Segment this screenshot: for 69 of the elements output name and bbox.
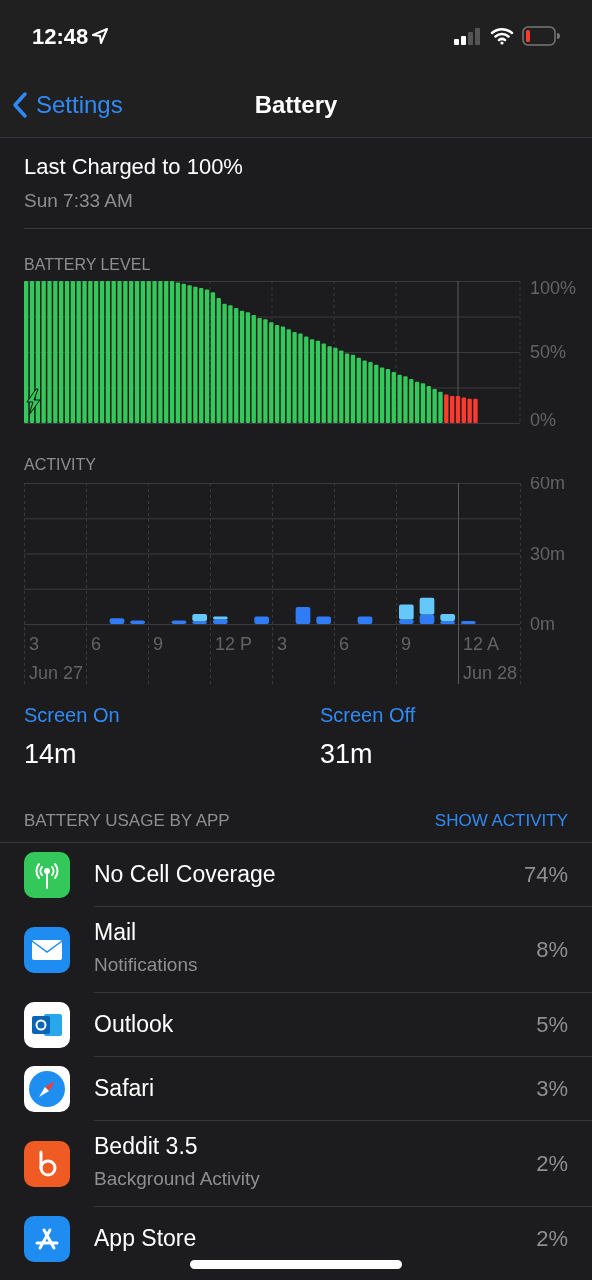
usage-percent: 2% [536, 1225, 568, 1253]
beddit-icon [24, 1140, 70, 1187]
app-name: App Store [94, 1224, 198, 1253]
axis-label: 0m [530, 613, 555, 634]
activity-bar [316, 616, 331, 624]
axis-label: 12 P [215, 633, 253, 654]
usage-percent: 2% [536, 1149, 568, 1178]
app-store-icon [24, 1215, 70, 1262]
app-name: Safari [94, 1073, 156, 1103]
axis-label: 9 [153, 633, 163, 654]
usage-percent: 5% [536, 1010, 568, 1039]
activity-bar [295, 606, 311, 624]
app-row[interactable]: Safari 3% [0, 1056, 592, 1121]
app-detail: Background Activity [94, 1167, 261, 1192]
page-title: Battery [254, 89, 338, 120]
section-header: ACTIVITY [24, 456, 97, 473]
axis-label: 6 [339, 633, 349, 654]
activity-bar [254, 616, 269, 624]
compass-icon [24, 1065, 70, 1112]
activity-bar [109, 617, 125, 624]
section-header: BATTERY USAGE BY APP [24, 810, 230, 832]
usage-percent: 74% [523, 860, 568, 889]
location-arrow-icon [92, 28, 109, 44]
last-charged-title: Last Charged to 100% [24, 153, 244, 181]
stat-label: Screen Off [320, 702, 417, 728]
app-row[interactable]: No Cell Coverage 74% [0, 842, 592, 907]
section-header: BATTERY LEVEL [24, 256, 152, 273]
stat-label: Screen On [24, 702, 121, 728]
back-button[interactable]: Settings [0, 86, 123, 123]
date-label: Jun 27 [29, 662, 84, 683]
axis-label: 9 [401, 633, 411, 654]
activity-bar [171, 620, 187, 624]
status-time: 12:48 [32, 22, 89, 51]
app-name: Outlook [94, 1009, 175, 1039]
app-detail: Notifications [94, 953, 199, 978]
axis-label: 3 [29, 633, 39, 654]
activity-bar [461, 620, 476, 624]
axis-label: 50% [530, 341, 567, 362]
show-activity-link[interactable]: SHOW ACTIVITY [434, 808, 568, 834]
battery-icon [522, 26, 560, 46]
outlook-icon [24, 1001, 70, 1048]
usage-percent: 3% [536, 1074, 568, 1103]
activity-bar [130, 620, 145, 624]
axis-label: 100% [530, 280, 577, 298]
date-label: Jun 28 [463, 662, 518, 683]
stat-value: 14m [24, 737, 78, 771]
app-row[interactable]: Mail Notifications 8% [0, 906, 592, 993]
axis-label: 12 A [463, 633, 500, 654]
wifi-icon [490, 27, 514, 45]
activity-bar [357, 616, 373, 624]
chevron-left-icon [12, 90, 28, 119]
app-name: Mail [94, 918, 138, 948]
app-row[interactable]: Beddit 3.5 Background Activity 2% [0, 1120, 592, 1207]
antenna-icon [24, 851, 70, 898]
axis-label: 6 [91, 633, 101, 654]
stat-value: 31m [320, 737, 374, 771]
usage-percent: 8% [536, 935, 568, 964]
mail-icon [24, 926, 70, 973]
axis-label: 60m [530, 476, 565, 493]
axis-label: 30m [530, 543, 565, 563]
axis-label: 3 [277, 633, 287, 654]
app-row[interactable]: App Store 2% [0, 1206, 592, 1271]
app-row[interactable]: Outlook 5% [0, 992, 592, 1057]
charging-bolt-icon [26, 388, 41, 415]
app-name: No Cell Coverage [94, 859, 277, 889]
signal-icon [454, 27, 482, 45]
app-name: Beddit 3.5 [94, 1132, 199, 1162]
last-charged-time: Sun 7:33 AM [24, 189, 134, 213]
axis-label: 0% [530, 409, 556, 427]
